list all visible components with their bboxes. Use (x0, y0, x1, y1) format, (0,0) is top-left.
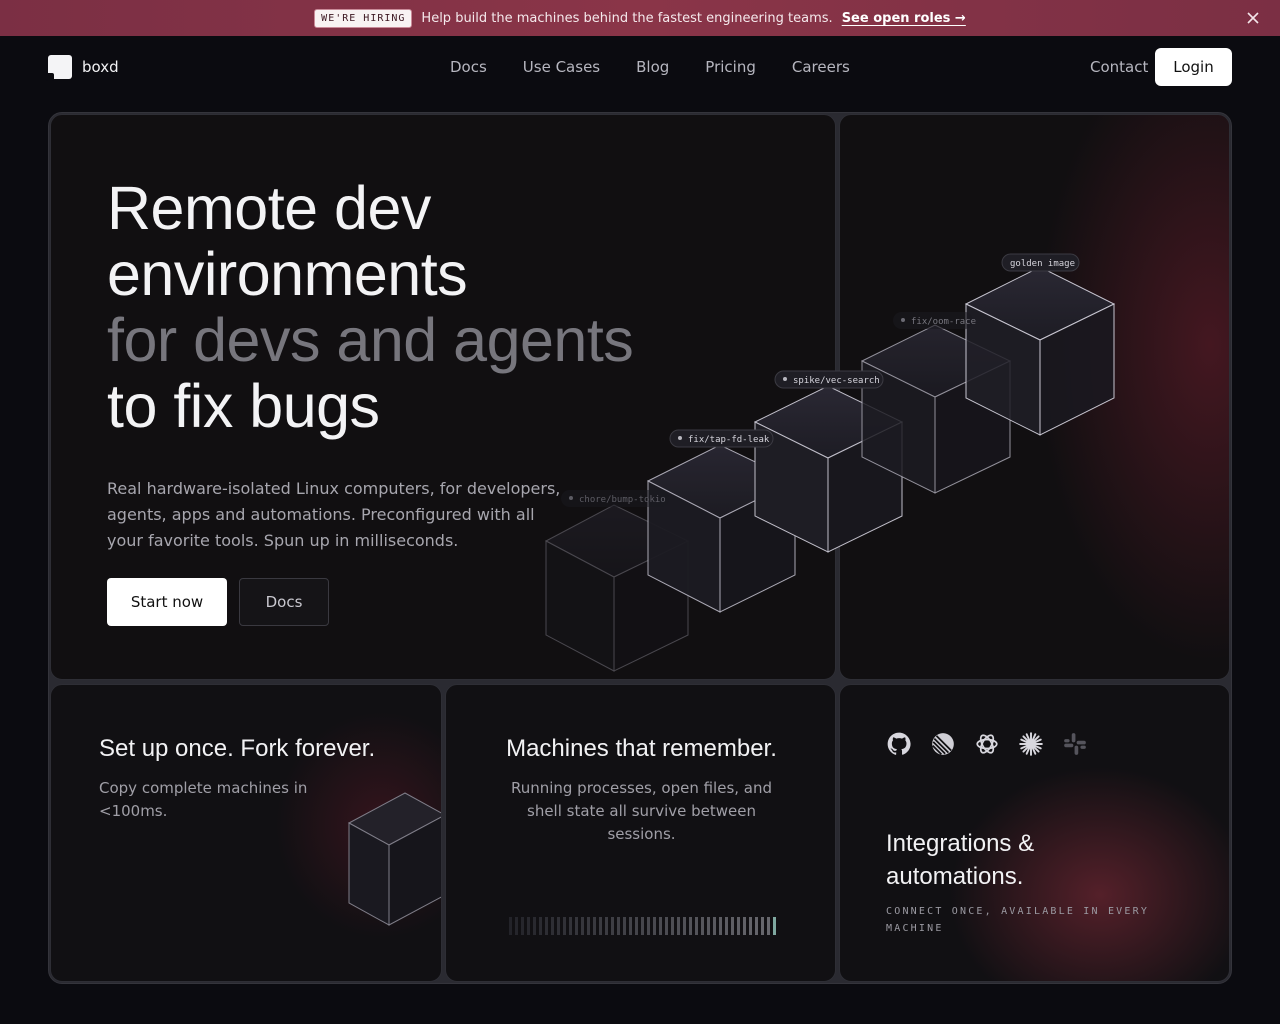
fork-cube-icon (347, 792, 441, 926)
activity-bar (641, 917, 644, 935)
hero-title-line-3: for devs and agents (107, 306, 634, 374)
activity-bar (695, 917, 698, 935)
activity-bar (581, 917, 584, 935)
nav-link-careers[interactable]: Careers (792, 58, 850, 76)
nav-link-blog[interactable]: Blog (636, 58, 669, 76)
activity-bar (569, 917, 572, 935)
activity-bar (611, 917, 614, 935)
activity-bar (545, 917, 548, 935)
nav-link-pricing[interactable]: Pricing (705, 58, 756, 76)
activity-bar (527, 917, 530, 935)
remember-feature-desc: Running processes, open files, and shell… (446, 777, 835, 846)
hero-title-line-2: environments (107, 240, 468, 308)
activity-bar (623, 917, 626, 935)
start-now-button[interactable]: Start now (107, 578, 227, 626)
remember-feature-card: Machines that remember. Running processe… (445, 684, 836, 982)
activity-bar (707, 917, 710, 935)
brand-name: boxd (82, 58, 119, 76)
hero-subtitle: Real hardware-isolated Linux computers, … (107, 479, 561, 550)
openai-icon[interactable] (974, 731, 1000, 757)
activity-bar (533, 917, 536, 935)
hiring-badge: WE'RE HIRING (314, 8, 413, 28)
nav-links: Docs Use Cases Blog Pricing Careers (450, 58, 850, 76)
activity-bar (743, 917, 746, 935)
integrations-tagline: CONNECT ONCE, AVAILABLE IN EVERY MACHINE (886, 906, 1150, 934)
hero-title-line-4: to fix bugs (107, 372, 380, 440)
github-icon[interactable] (886, 731, 912, 757)
activity-bar (557, 917, 560, 935)
brand-logo[interactable]: boxd (46, 55, 119, 81)
activity-bar (761, 917, 764, 935)
remember-feature-desc-text: Running processes, open files, and shell… (510, 779, 773, 843)
fork-feature-card: Set up once. Fork forever. Copy complete… (50, 684, 442, 982)
activity-bar (737, 917, 740, 935)
hero-title-line-1: Remote dev (107, 174, 431, 242)
activity-bar (575, 917, 578, 935)
activity-bar (665, 917, 668, 935)
close-icon[interactable] (1244, 9, 1262, 27)
slack-icon[interactable] (1062, 731, 1088, 757)
login-button[interactable]: Login (1155, 48, 1232, 86)
activity-bar (629, 917, 632, 935)
activity-bar (749, 917, 752, 935)
claude-icon[interactable] (1018, 731, 1044, 757)
hero-card: Remote dev environments for devs and age… (50, 114, 836, 680)
activity-bar (509, 917, 512, 935)
linear-icon[interactable] (930, 731, 956, 757)
integrations-feature-title: Integrations & automations. (886, 830, 1035, 890)
activity-bar (515, 917, 518, 935)
fork-feature-desc: Copy complete machines in <100ms. (99, 779, 308, 820)
hero-title: Remote dev environments for devs and age… (107, 174, 634, 440)
integrations-feature-card: Integrations & automations. CONNECT ONCE… (839, 684, 1230, 982)
nav-link-contact[interactable]: Contact (1090, 58, 1148, 76)
banner-message: Help build the machines behind the faste… (421, 10, 833, 26)
activity-bar (605, 917, 608, 935)
activity-bar (677, 917, 680, 935)
hero-visual-card (839, 114, 1230, 680)
activity-bar (551, 917, 554, 935)
activity-bar (521, 917, 524, 935)
open-roles-link[interactable]: See open roles → (842, 11, 966, 26)
remember-feature-title: Machines that remember. (506, 735, 777, 762)
integration-icons (886, 731, 1088, 757)
activity-bar (659, 917, 662, 935)
activity-bar (617, 917, 620, 935)
activity-bar (725, 917, 728, 935)
docs-button[interactable]: Docs (239, 578, 329, 626)
fork-feature-title: Set up once. Fork forever. (99, 735, 376, 762)
activity-bar (719, 917, 722, 935)
activity-bar (539, 917, 542, 935)
activity-bar (731, 917, 734, 935)
activity-bar (713, 917, 716, 935)
nav-link-use-cases[interactable]: Use Cases (523, 58, 600, 76)
session-activity-bars (509, 917, 776, 935)
activity-bar (563, 917, 566, 935)
top-nav: boxd Docs Use Cases Blog Pricing Careers… (0, 36, 1280, 100)
activity-bar (599, 917, 602, 935)
nav-link-docs[interactable]: Docs (450, 58, 487, 76)
activity-bar (701, 917, 704, 935)
activity-bar (683, 917, 686, 935)
activity-bar (653, 917, 656, 935)
activity-bar (773, 917, 776, 935)
activity-bar (635, 917, 638, 935)
logo-mark-icon (46, 55, 72, 81)
activity-bar (767, 917, 770, 935)
activity-bar (689, 917, 692, 935)
hiring-banner: WE'RE HIRING Help build the machines beh… (0, 0, 1280, 36)
activity-bar (755, 917, 758, 935)
activity-bar (587, 917, 590, 935)
activity-bar (647, 917, 650, 935)
activity-bar (671, 917, 674, 935)
activity-bar (593, 917, 596, 935)
